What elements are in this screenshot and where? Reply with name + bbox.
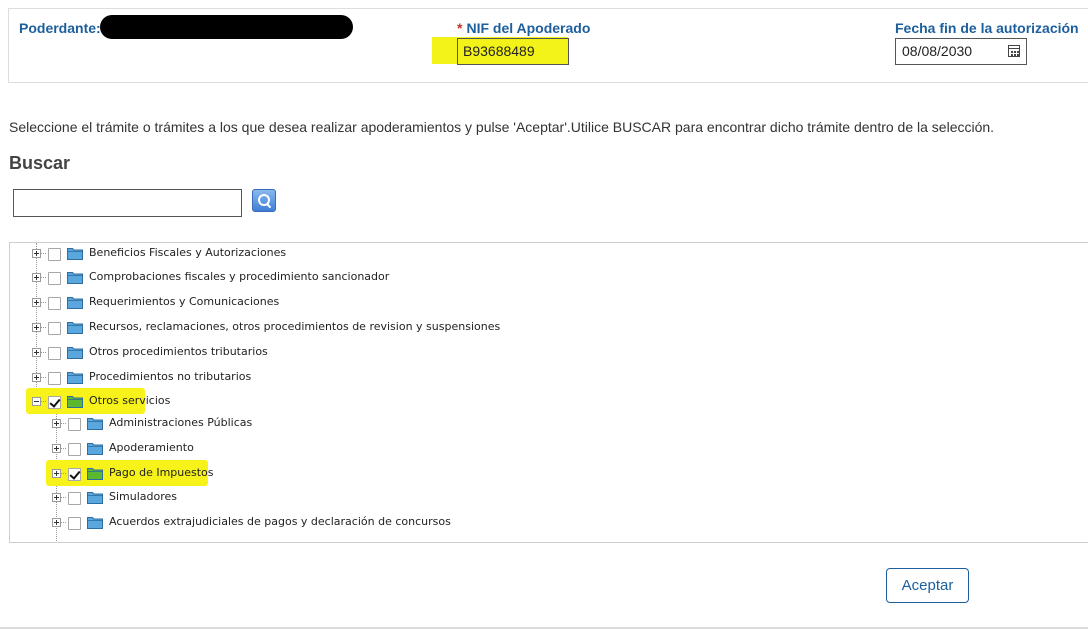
- expand-icon[interactable]: [52, 518, 61, 527]
- poderdante-label: Poderdante:: [19, 20, 101, 36]
- expand-icon[interactable]: [52, 419, 61, 428]
- tree-checkbox[interactable]: [48, 297, 61, 310]
- tree-node[interactable]: Requerimientos y Comunicaciones: [10, 292, 1010, 314]
- tree-node-label[interactable]: Requerimientos y Comunicaciones: [89, 295, 279, 308]
- tree-child-node[interactable]: Apoderamiento: [10, 438, 1010, 460]
- folder-icon: [87, 466, 103, 480]
- tree-checkbox[interactable]: [48, 372, 61, 385]
- nif-label-text: NIF del Apoderado: [466, 20, 591, 36]
- tree-checkbox[interactable]: [48, 322, 61, 335]
- expand-icon[interactable]: [52, 469, 61, 478]
- expand-icon[interactable]: [52, 444, 61, 453]
- folder-icon: [67, 246, 83, 260]
- tree-node[interactable]: Otros servicios: [10, 388, 1010, 414]
- folder-icon: [87, 416, 103, 430]
- tree-node[interactable]: Comprobaciones fiscales y procedimiento …: [10, 267, 1010, 289]
- fecha-fin-input[interactable]: 08/08/2030: [895, 38, 1027, 65]
- tree-node-label[interactable]: Apoderamiento: [109, 441, 194, 454]
- tree-node-label[interactable]: Simuladores: [109, 490, 177, 503]
- tree-node-label[interactable]: Recursos, reclamaciones, otros procedimi…: [89, 320, 500, 333]
- tree-node[interactable]: Recursos, reclamaciones, otros procedimi…: [10, 317, 1010, 339]
- nif-apoderado-input[interactable]: B93688489: [457, 38, 569, 65]
- tramites-tree[interactable]: Beneficios Fiscales y Autorizaciones Comp…: [9, 242, 1088, 543]
- tree-node[interactable]: Procedimientos no tributarios: [10, 367, 1010, 389]
- tree-node[interactable]: Otros procedimientos tributarios: [10, 342, 1010, 364]
- expand-icon[interactable]: [32, 348, 41, 357]
- aceptar-button[interactable]: Aceptar: [886, 568, 969, 603]
- tree-checkbox[interactable]: [48, 248, 61, 261]
- tree-checkbox[interactable]: [68, 517, 81, 530]
- search-input[interactable]: [13, 189, 242, 217]
- fecha-fin-value: 08/08/2030: [902, 43, 973, 59]
- expand-icon[interactable]: [32, 323, 41, 332]
- tree-checkbox[interactable]: [48, 272, 61, 285]
- folder-icon: [67, 270, 83, 284]
- tree-checkbox[interactable]: [68, 443, 81, 456]
- expand-icon[interactable]: [32, 273, 41, 282]
- tree-checkbox[interactable]: [68, 418, 81, 431]
- tree-child-node[interactable]: Acuerdos extrajudiciales de pagos y decl…: [10, 512, 1010, 534]
- tree-node-label[interactable]: Acuerdos extrajudiciales de pagos y decl…: [109, 515, 451, 528]
- tree-checkbox[interactable]: [68, 468, 81, 481]
- tree-node-label[interactable]: Procedimientos no tributarios: [89, 370, 251, 383]
- tree-child-node[interactable]: Pago de Impuestos: [10, 460, 1010, 486]
- required-asterisk: *: [457, 20, 463, 36]
- tree-node-label[interactable]: Otros servicios: [89, 394, 170, 407]
- tree-child-node[interactable]: Administraciones Públicas: [10, 413, 1010, 435]
- calendar-icon[interactable]: [1008, 45, 1020, 57]
- folder-icon: [67, 295, 83, 309]
- redacted-poderdante-name: [100, 15, 353, 39]
- folder-icon: [67, 370, 83, 384]
- tree-node-label[interactable]: Otros procedimientos tributarios: [89, 345, 268, 358]
- tree-checkbox[interactable]: [68, 492, 81, 505]
- expand-icon[interactable]: [52, 493, 61, 502]
- folder-icon: [87, 515, 103, 529]
- folder-open-icon: [67, 394, 83, 408]
- search-title: Buscar: [9, 153, 71, 173]
- search-button[interactable]: [252, 189, 276, 212]
- expand-icon[interactable]: [32, 373, 41, 382]
- collapse-icon[interactable]: [32, 397, 41, 406]
- tree-child-node[interactable]: Simuladores: [10, 487, 1010, 509]
- nif-label: * NIF del Apoderado: [457, 20, 590, 36]
- expand-icon[interactable]: [32, 249, 41, 258]
- fecha-fin-label: Fecha fin de la autorización: [895, 20, 1079, 36]
- expand-icon[interactable]: [32, 298, 41, 307]
- folder-icon: [87, 441, 103, 455]
- tree-node-label[interactable]: Administraciones Públicas: [109, 416, 252, 429]
- tree-checkbox[interactable]: [48, 347, 61, 360]
- folder-icon: [67, 320, 83, 334]
- instructions-text: Seleccione el trámite o trámites a los q…: [9, 119, 995, 135]
- bottom-divider: [0, 627, 1088, 629]
- folder-icon: [67, 345, 83, 359]
- tree-checkbox[interactable]: [48, 396, 61, 409]
- folder-icon: [87, 490, 103, 504]
- tree-node-label[interactable]: Beneficios Fiscales y Autorizaciones: [89, 246, 286, 259]
- tree-node[interactable]: Beneficios Fiscales y Autorizaciones: [10, 243, 1010, 265]
- tree-node-label[interactable]: Comprobaciones fiscales y procedimiento …: [89, 270, 389, 283]
- tree-node-label[interactable]: Pago de Impuestos: [109, 466, 214, 479]
